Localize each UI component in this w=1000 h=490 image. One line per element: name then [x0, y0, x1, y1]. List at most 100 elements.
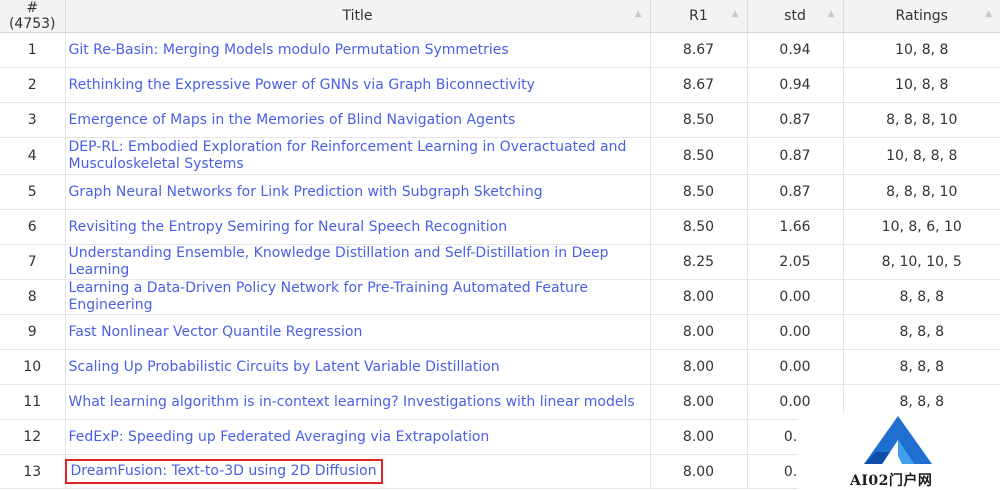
- ratings-value-cell: 8, 8, 8: [843, 314, 1000, 350]
- row-number: 4: [27, 148, 37, 164]
- std-value-cell: 0.87: [747, 102, 844, 138]
- sort-icon: ▲: [985, 9, 992, 19]
- ratings-value: 8, 10, 10, 5: [881, 254, 962, 270]
- row-number-cell: 4: [0, 137, 66, 175]
- row-number-cell: 13: [0, 454, 66, 489]
- header-std[interactable]: std ▲: [747, 0, 844, 33]
- r1-value: 8.25: [682, 254, 715, 270]
- r1-value: 8.67: [682, 42, 715, 58]
- ratings-value: 8, 8, 8: [899, 359, 945, 375]
- header-title[interactable]: Title ▲: [65, 0, 651, 33]
- std-value: 0.00: [779, 289, 811, 305]
- ratings-value: 8, 8, 8, 10: [886, 112, 958, 128]
- paper-title-link[interactable]: Graph Neural Networks for Link Predictio…: [69, 184, 543, 201]
- row-number: 6: [27, 219, 37, 235]
- std-value-cell: 0.00: [747, 349, 844, 385]
- table-row[interactable]: 2 Rethinking the Expressive Power of GNNs…: [0, 67, 1000, 103]
- ratings-value-cell: 10, 8, 8, 8: [843, 137, 1000, 175]
- table-row[interactable]: 1 Git Re-Basin: Merging Models modulo Per…: [0, 32, 1000, 68]
- paper-title-link-cell[interactable]: DEP-RL: Embodied Exploration for Reinfor…: [65, 137, 651, 175]
- watermark-text: AI02门户网: [850, 473, 933, 489]
- std-value-cell: 0.87: [747, 174, 844, 210]
- ratings-value: 8, 8, 8, 10: [886, 184, 958, 200]
- paper-title-link-cell[interactable]: Emergence of Maps in the Memories of Bli…: [65, 102, 651, 138]
- table-row[interactable]: 10 Scaling Up Probabilistic Circuits by L…: [0, 349, 1000, 385]
- paper-title-link-cell[interactable]: Git Re-Basin: Merging Models modulo Perm…: [65, 32, 651, 68]
- row-number: 10: [23, 359, 42, 375]
- paper-title-link-cell[interactable]: DreamFusion: Text-to-3D using 2D Diffusi…: [64, 454, 651, 489]
- paper-title-link-cell[interactable]: Scaling Up Probabilistic Circuits by Lat…: [65, 349, 651, 385]
- paper-title-link-cell[interactable]: Graph Neural Networks for Link Predictio…: [65, 174, 651, 210]
- paper-title-link[interactable]: FedExP: Speeding up Federated Averaging …: [69, 429, 490, 446]
- paper-title-link-cell[interactable]: Learning a Data-Driven Policy Network fo…: [65, 279, 651, 315]
- row-number-cell: 12: [0, 419, 66, 455]
- paper-title-link-cell[interactable]: What learning algorithm is in-context le…: [65, 384, 651, 420]
- table-row[interactable]: 4 DEP-RL: Embodied Exploration for Reinfo…: [0, 137, 1000, 175]
- table-row[interactable]: 8 Learning a Data-Driven Policy Network f…: [0, 279, 1000, 315]
- paper-title-link[interactable]: Learning a Data-Driven Policy Network fo…: [69, 280, 644, 314]
- table-row[interactable]: 9 Fast Nonlinear Vector Quantile Regressi…: [0, 314, 1000, 350]
- header-r1[interactable]: R1 ▲: [650, 0, 748, 33]
- ratings-value-cell: 10, 8, 8: [843, 67, 1000, 103]
- r1-value: 8.67: [682, 77, 715, 93]
- sort-icon: ▲: [634, 9, 642, 19]
- row-number: 5: [27, 184, 37, 200]
- std-value: 0.00: [779, 324, 811, 340]
- row-number: 2: [27, 77, 37, 93]
- paper-title-link[interactable]: DEP-RL: Embodied Exploration for Reinfor…: [69, 139, 644, 173]
- r1-value-cell: 8.67: [650, 67, 748, 103]
- header-ratings[interactable]: Ratings ▲: [843, 0, 1000, 33]
- row-number: 7: [27, 254, 37, 270]
- paper-title-link[interactable]: Rethinking the Expressive Power of GNNs …: [69, 77, 535, 94]
- ratings-value-cell: 10, 8, 6, 10: [843, 209, 1000, 245]
- r1-value: 8.00: [682, 394, 715, 410]
- std-value: 2.05: [779, 254, 811, 270]
- table-row[interactable]: 5 Graph Neural Networks for Link Predicti…: [0, 174, 1000, 210]
- ratings-value-cell: 8, 8, 8: [843, 349, 1000, 385]
- paper-title-link[interactable]: Revisiting the Entropy Semiring for Neur…: [69, 219, 508, 236]
- paper-title-link[interactable]: Git Re-Basin: Merging Models modulo Perm…: [69, 42, 509, 59]
- std-value-cell: 1.66: [747, 209, 844, 245]
- row-number-cell: 7: [0, 244, 66, 280]
- paper-title-link[interactable]: Scaling Up Probabilistic Circuits by Lat…: [69, 359, 500, 376]
- table-row[interactable]: 3 Emergence of Maps in the Memories of Bl…: [0, 102, 1000, 138]
- paper-title-link[interactable]: Emergence of Maps in the Memories of Bli…: [69, 112, 516, 129]
- row-number-cell: 5: [0, 174, 66, 210]
- paper-title-link-cell[interactable]: Rethinking the Expressive Power of GNNs …: [65, 67, 651, 103]
- row-number: 1: [27, 42, 37, 58]
- r1-value: 8.00: [682, 289, 715, 305]
- paper-title-link[interactable]: Understanding Ensemble, Knowledge Distil…: [69, 245, 644, 279]
- paper-title-link-cell[interactable]: Understanding Ensemble, Knowledge Distil…: [65, 244, 651, 280]
- table-row[interactable]: 6 Revisiting the Entropy Semiring for Neu…: [0, 209, 1000, 245]
- ratings-value: 10, 8, 8: [895, 42, 949, 58]
- row-number: 9: [27, 324, 37, 340]
- r1-value: 8.50: [682, 148, 715, 164]
- r1-value: 8.00: [682, 324, 715, 340]
- paper-title-link[interactable]: Fast Nonlinear Vector Quantile Regressio…: [69, 324, 363, 341]
- row-number-cell: 1: [0, 32, 66, 68]
- r1-value-cell: 8.50: [650, 174, 748, 210]
- site-logo-icon: [864, 416, 932, 464]
- std-value: 0.87: [779, 112, 811, 128]
- std-value-cell: 0.94: [747, 32, 844, 68]
- paper-title-link-cell[interactable]: Fast Nonlinear Vector Quantile Regressio…: [65, 314, 651, 350]
- r1-value-cell: 8.00: [650, 419, 748, 455]
- row-number-cell: 9: [0, 314, 66, 350]
- paper-title-link-cell[interactable]: Revisiting the Entropy Semiring for Neur…: [65, 209, 651, 245]
- paper-title-link[interactable]: What learning algorithm is in-context le…: [69, 394, 635, 411]
- std-value-cell: 0.94: [747, 67, 844, 103]
- row-number-cell: 6: [0, 209, 66, 245]
- r1-value-cell: 8.67: [650, 32, 748, 68]
- r1-value-cell: 8.00: [650, 314, 748, 350]
- table-row[interactable]: 7 Understanding Ensemble, Knowledge Disti…: [0, 244, 1000, 280]
- header-num[interactable]: # (4753): [0, 0, 66, 33]
- ratings-value: 8, 8, 8: [899, 394, 945, 410]
- table-header-row: # (4753) Title ▲ R1 ▲ std ▲ Ratings ▲: [0, 0, 1000, 33]
- paper-title-link[interactable]: DreamFusion: Text-to-3D using 2D Diffusi…: [64, 459, 383, 484]
- sort-icon: ▲: [827, 9, 835, 19]
- r1-value-cell: 8.00: [650, 384, 748, 420]
- row-number-cell: 8: [0, 279, 66, 315]
- row-number: 8: [27, 289, 37, 305]
- paper-title-link-cell[interactable]: FedExP: Speeding up Federated Averaging …: [65, 419, 651, 455]
- ratings-value: 10, 8, 8, 8: [886, 148, 958, 164]
